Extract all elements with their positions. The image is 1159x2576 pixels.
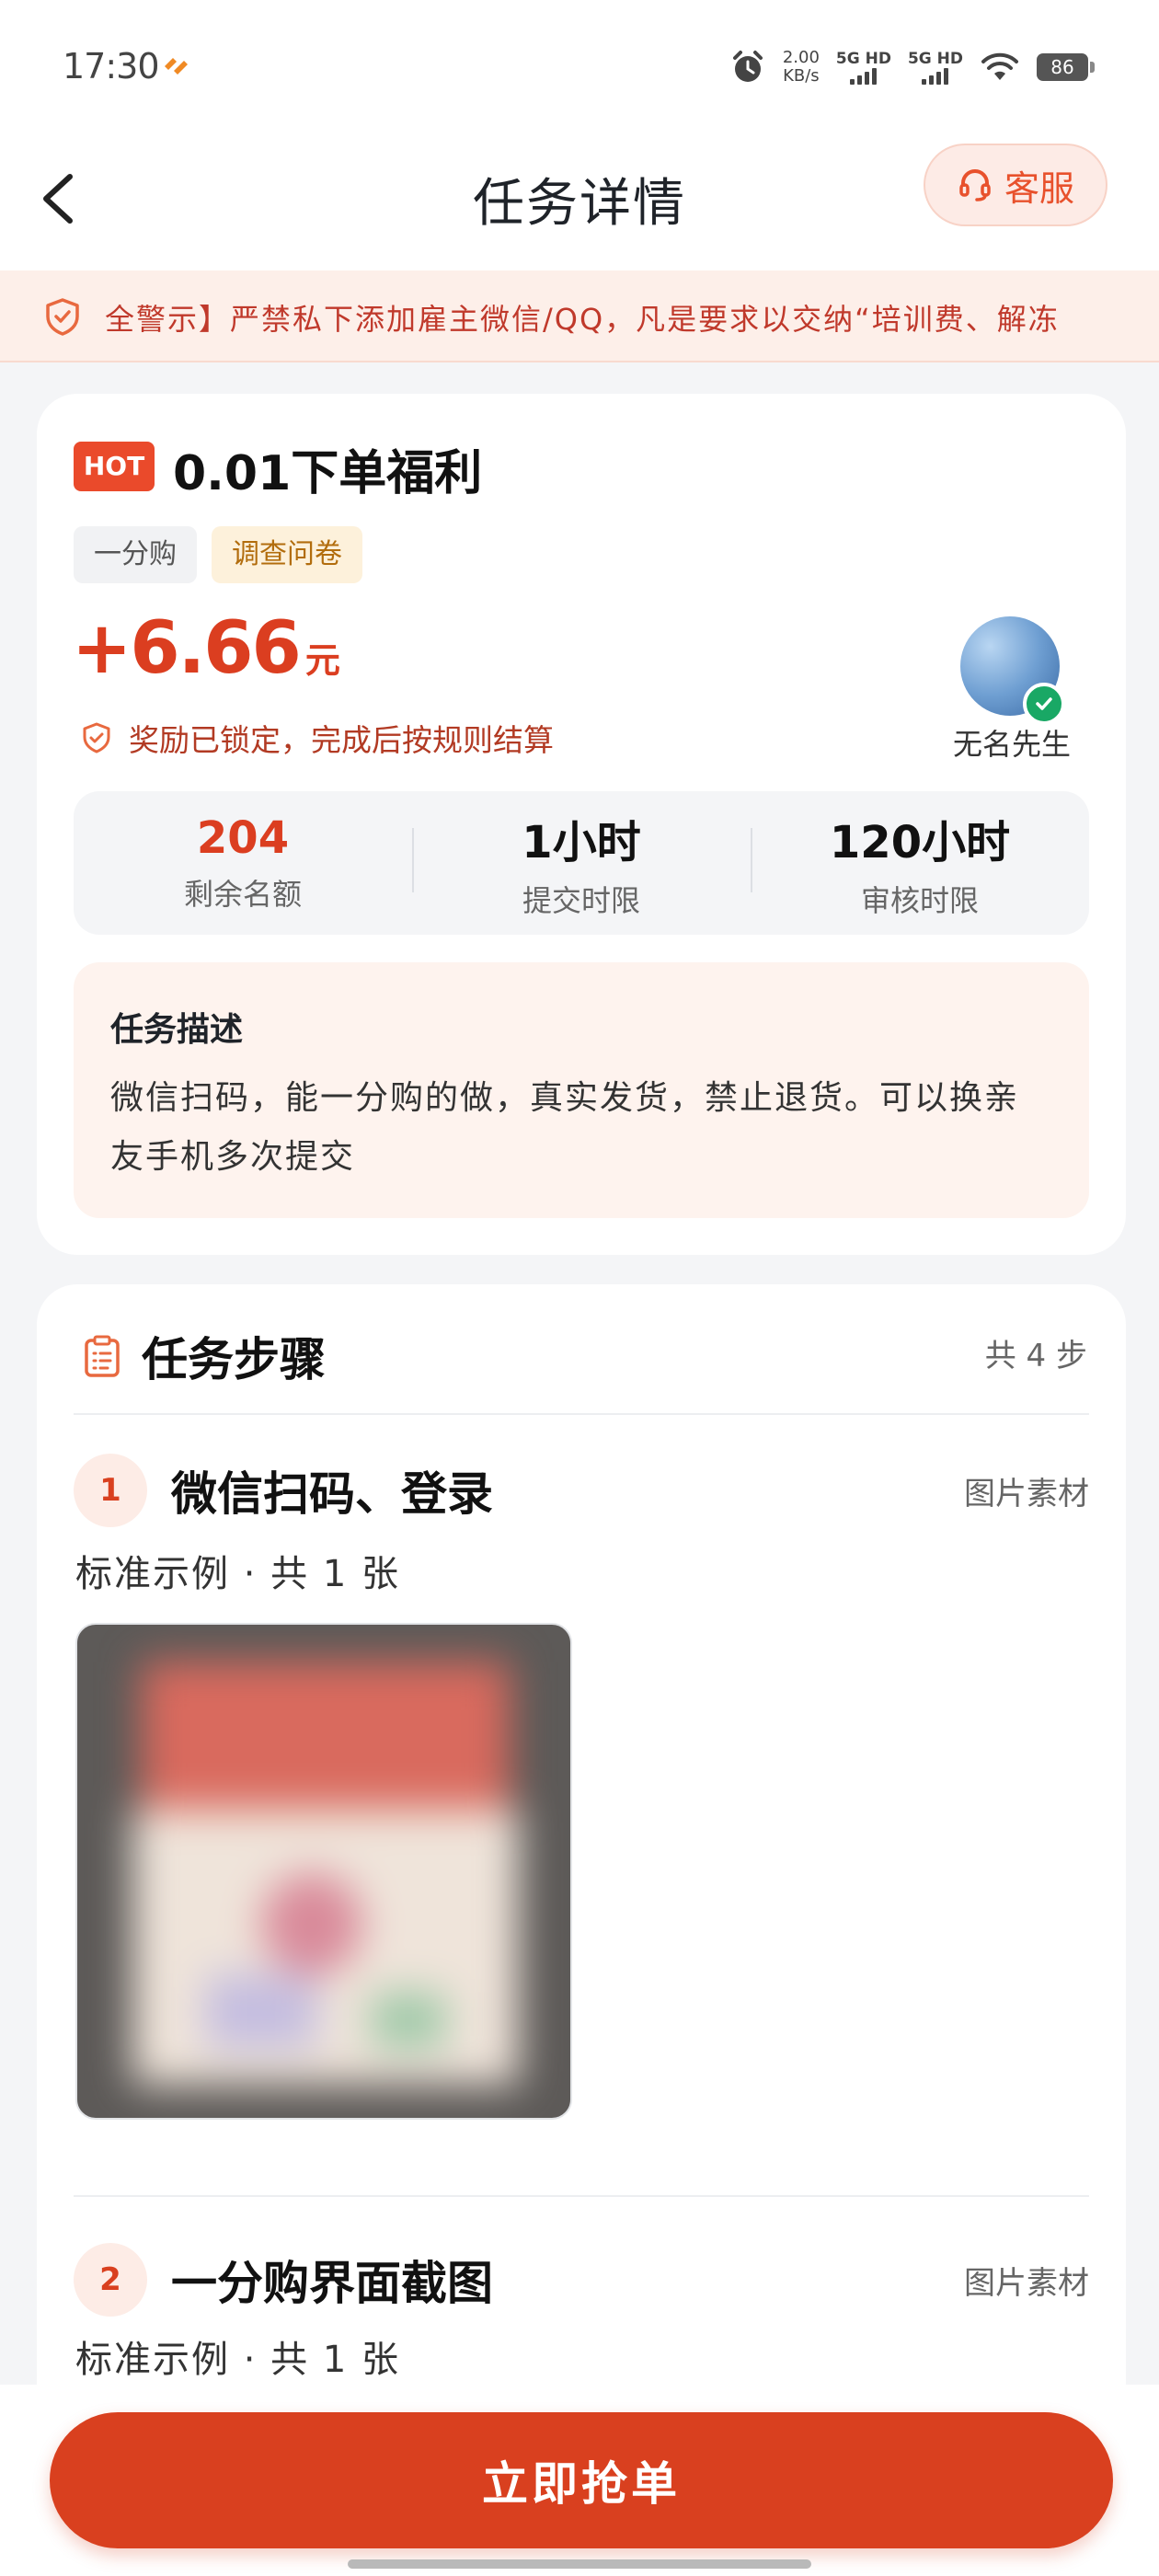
task-stats: 204 剩余名额 1小时 提交时限 120小时 审核时限 [74,791,1089,935]
warning-text: 全警示】严禁私下添加雇主微信/QQ，凡是要求以交纳“培训费、解冻 [105,302,1060,337]
status-bar: 17:30 2.00 KB/s 5G HD 5G HD 86 [0,0,1159,129]
reward-amount: +6.66 元 [72,607,340,690]
example-label: 标准示例 · 共 1 张 [75,2339,401,2381]
app-notification-icon [165,58,188,75]
step-title: 一分购界面截图 [171,2257,493,2310]
battery-icon: 86 [1037,53,1095,81]
net-speed: 2.00 KB/s [783,49,820,86]
reward-lock-text: 奖励已锁定，完成后按规则结算 [129,722,554,758]
steps-count: 共 4 步 [984,1338,1087,1374]
status-time: 17:30 [63,46,160,86]
example-image-thumbnail[interactable] [75,1623,572,2120]
task-title: 0.01下单福利 [173,446,483,501]
shield-icon [83,722,110,753]
publisher-avatar[interactable] [960,616,1065,725]
task-description: 任务描述 微信扫码，能一分购的做，真实发货，禁止退货。可以换亲友手机多次提交 [74,962,1089,1218]
step-title: 微信扫码、登录 [171,1467,493,1521]
sim1-label: 5G HD [835,50,891,68]
step-type: 图片素材 [964,1475,1089,1512]
check-icon [1036,697,1052,710]
customer-service-label: 客服 [1004,167,1074,209]
wifi-icon [981,52,1018,80]
net-speed-value: 2.00 [782,48,820,67]
reward-value: +6.66 [72,607,302,690]
signal-bars-icon [836,68,891,85]
clipboard-icon [85,1335,120,1377]
step-number: 2 [74,2243,147,2317]
tag-one-cent: 一分购 [74,526,197,583]
stat-review-limit: 120小时 审核时限 [751,806,1089,920]
publisher-name: 无名先生 [952,727,1071,762]
stat-value: 1小时 [522,817,641,868]
signal-bars-icon [908,68,963,85]
reward-unit: 元 [304,640,340,681]
task-steps-card: 任务步骤 共 4 步 1 微信扫码、登录 图片素材 标准示例 · 共 1 张 2… [37,1284,1126,2576]
nav-header: 任务详情 客服 [0,129,1159,270]
divider [74,2195,1089,2197]
stat-label: 审核时限 [860,883,979,918]
bottom-action-bar: 立即抢单 [0,2385,1159,2576]
shield-icon [46,298,79,336]
stat-label: 提交时限 [522,883,640,918]
blurred-image [77,1625,570,2118]
status-icons: 2.00 KB/s 5G HD 5G HD 86 [729,46,1095,88]
battery-level: 86 [1037,53,1088,81]
example-label: 标准示例 · 共 1 张 [75,1553,401,1595]
hot-badge: HOT [74,442,155,491]
stat-remaining: 204 剩余名额 [74,812,412,914]
home-indicator[interactable] [348,2559,811,2569]
task-tags: 一分购 调查问卷 [74,526,362,583]
stat-value: 120小时 [829,817,1011,868]
divider [74,1413,1089,1415]
grab-order-button[interactable]: 立即抢单 [50,2412,1113,2548]
step-type: 图片素材 [964,2264,1089,2302]
step-item-2: 2 一分购界面截图 图片素材 [74,2243,1089,2317]
net-speed-unit: KB/s [783,66,820,86]
sim2-signal: 5G HD [908,50,963,85]
step-item-1: 1 微信扫码、登录 图片素材 [74,1454,1089,1527]
sim2-label: 5G HD [907,50,963,68]
task-info-card: HOT 0.01下单福利 一分购 调查问卷 +6.66 元 奖励已锁定，完成后按… [37,394,1126,1255]
step-number: 1 [74,1454,147,1527]
customer-service-button[interactable]: 客服 [924,144,1107,226]
headset-icon [959,169,991,201]
warning-marquee: 全警示】严禁私下添加雇主微信/QQ，凡是要求以交纳“培训费、解冻 [0,270,1159,362]
steps-header: 任务步骤 [83,1323,326,1389]
stat-label: 剩余名额 [183,877,302,912]
reward-lock-note: 奖励已锁定，完成后按规则结算 [81,716,554,760]
stat-submit-limit: 1小时 提交时限 [412,806,751,920]
tag-survey: 调查问卷 [212,526,362,583]
stat-value: 204 [196,812,290,864]
alarm-icon [732,51,763,82]
steps-title: 任务步骤 [142,1333,326,1386]
description-text: 微信扫码，能一分购的做，真实发货，禁止退货。可以换亲友手机多次提交 [110,1079,1020,1176]
verified-badge [1023,683,1065,725]
sim1-signal: 5G HD [836,50,891,85]
description-heading: 任务描述 [110,1011,244,1049]
